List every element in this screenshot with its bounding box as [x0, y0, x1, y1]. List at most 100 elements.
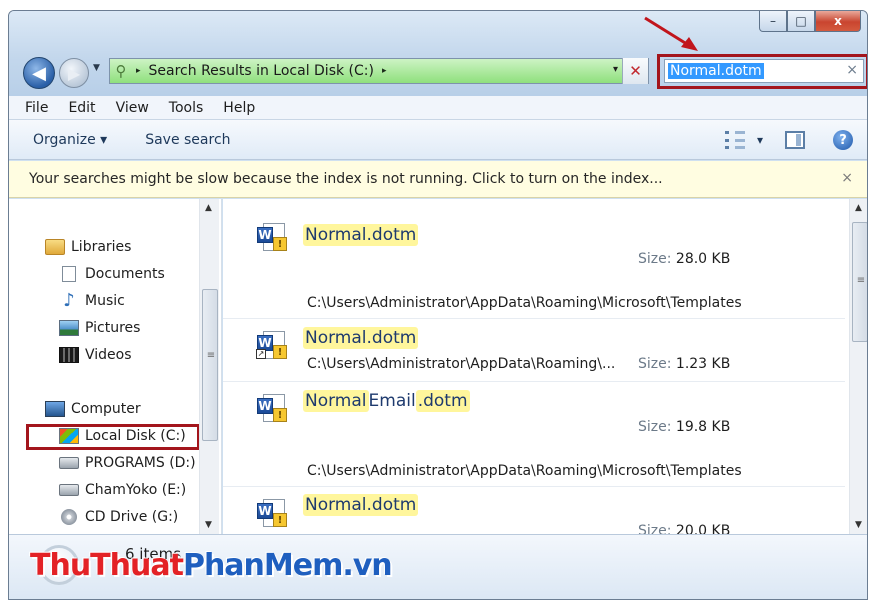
help-icon[interactable]: ?: [833, 130, 853, 150]
explorer-window: – □ x ◀ ▶ ▼ ⚲ ▸ Search Results in Local …: [8, 10, 868, 600]
nav-computer[interactable]: Computer: [45, 401, 141, 417]
close-button[interactable]: x: [815, 11, 861, 32]
grip-icon: ≡: [856, 275, 866, 286]
menu-view[interactable]: View: [116, 100, 149, 116]
back-button[interactable]: ◀: [23, 57, 55, 89]
nav-chamyoko-e[interactable]: ChamYoko (E:): [59, 482, 186, 498]
nav-libraries[interactable]: Libraries: [45, 239, 131, 255]
file-size: Size: 19.8 KB: [638, 419, 730, 435]
nav-label: Computer: [71, 401, 141, 417]
change-view-icon[interactable]: [724, 131, 745, 149]
size-label: Size:: [638, 523, 672, 534]
search-results-icon: ⚲: [115, 62, 127, 80]
nav-label: ChamYoko (E:): [85, 482, 187, 498]
list-item[interactable]: W! Normal.dotm Size: 28.0 KB C:\Users\Ad…: [223, 199, 845, 319]
word-template-shortcut-icon: W! ↗: [256, 329, 287, 361]
title-bar: – □ x ◀ ▶ ▼ ⚲ ▸ Search Results in Local …: [9, 11, 867, 96]
forward-button[interactable]: ▶: [59, 58, 89, 88]
nav-programs-d[interactable]: PROGRAMS (D:): [59, 455, 196, 471]
documents-icon: [62, 266, 76, 282]
file-location: C:\Users\Administrator\AppData\Roaming\.…: [307, 356, 616, 372]
cd-drive-icon: [61, 509, 77, 525]
highlight-match: Normal.dotm: [303, 224, 419, 246]
scrollbar-thumb[interactable]: ≡: [852, 222, 867, 342]
scroll-up-icon[interactable]: ▲: [205, 203, 212, 213]
menu-edit[interactable]: Edit: [68, 100, 95, 116]
scroll-down-icon[interactable]: ▼: [205, 520, 212, 530]
nav-pictures[interactable]: Pictures: [59, 320, 140, 336]
watermark-logo: ThuThuatPhanMem.vn: [30, 548, 393, 583]
file-location: C:\Users\Administrator\AppData\Roaming\M…: [307, 295, 742, 311]
file-name[interactable]: Normal.dotm: [303, 494, 419, 516]
drive-icon: [59, 457, 79, 469]
videos-icon: [59, 347, 79, 363]
index-info-bar[interactable]: Your searches might be slow because the …: [9, 161, 867, 198]
view-options-dropdown-icon[interactable]: ▾: [757, 133, 763, 147]
size-value: 28.0 KB: [675, 251, 731, 267]
minimize-button[interactable]: –: [759, 11, 787, 32]
word-template-icon: W!: [257, 497, 287, 529]
computer-icon: [45, 401, 65, 417]
nav-videos[interactable]: Videos: [59, 347, 132, 363]
organize-button[interactable]: Organize ▾: [33, 132, 107, 148]
nav-label: Music: [85, 293, 125, 309]
scroll-up-icon[interactable]: ▲: [855, 203, 862, 213]
file-size: Size: 28.0 KB: [638, 251, 730, 267]
results-pane: W! Normal.dotm Size: 28.0 KB C:\Users\Ad…: [223, 199, 867, 534]
file-name[interactable]: Normal.dotm: [303, 224, 419, 246]
size-value: 20.0 KB: [675, 523, 731, 534]
file-size: Size: 20.0 KB: [638, 523, 730, 534]
window-controls: – □ x: [759, 11, 861, 33]
list-item[interactable]: W! Normal Email .dotm Size: 19.8 KB C:\Use…: [223, 382, 845, 487]
breadcrumb-arrow-icon[interactable]: ▸: [382, 66, 387, 76]
watermark-part: PhanMem: [182, 548, 343, 583]
local-disk-highlight-box: [26, 424, 200, 450]
save-search-button[interactable]: Save search: [145, 132, 230, 148]
nav-label: Pictures: [85, 320, 141, 336]
drive-icon: [59, 484, 79, 496]
nav-music[interactable]: ♪ Music: [59, 290, 125, 311]
breadcrumb-arrow-icon[interactable]: ▸: [136, 66, 141, 76]
search-highlight-box: [657, 54, 867, 89]
menu-bar: File Edit View Tools Help: [9, 96, 867, 120]
size-label: Size:: [638, 419, 672, 435]
breadcrumb-search-results[interactable]: Search Results in Local Disk (C:): [149, 63, 374, 79]
watermark-part: .vn: [342, 548, 392, 583]
watermark-part: ThuThuat: [30, 548, 184, 583]
maximize-button[interactable]: □: [787, 11, 815, 32]
menu-tools[interactable]: Tools: [169, 100, 204, 116]
file-name[interactable]: Normal.dotm: [303, 327, 419, 349]
results-scrollbar[interactable]: ▲ ≡ ▼: [849, 199, 867, 534]
stop-search-button[interactable]: ✕: [622, 58, 648, 84]
menu-help[interactable]: Help: [223, 100, 255, 116]
nav-cd-drive-g[interactable]: CD Drive (G:): [59, 509, 178, 525]
size-value: 19.8 KB: [675, 419, 731, 435]
file-name[interactable]: Normal Email .dotm: [303, 390, 470, 412]
size-label: Size:: [638, 251, 672, 267]
highlight-match: Normal: [303, 390, 369, 412]
address-dropdown-icon[interactable]: ▾: [613, 64, 618, 75]
size-label: Size:: [638, 356, 672, 372]
file-size: Size: 1.23 KB: [638, 356, 730, 372]
music-icon: ♪: [63, 290, 75, 311]
list-item[interactable]: W! Normal.dotm Size: 20.0 KB: [223, 487, 845, 534]
grip-icon: ≡: [206, 350, 216, 361]
nav-label: PROGRAMS (D:): [85, 455, 196, 471]
list-item[interactable]: W! ↗ Normal.dotm C:\Users\Administrator\A…: [223, 319, 845, 382]
word-template-icon: W!: [257, 221, 287, 253]
highlight-match: Normal.dotm: [303, 494, 419, 516]
scroll-down-icon[interactable]: ▼: [855, 520, 862, 530]
info-bar-message[interactable]: Your searches might be slow because the …: [29, 171, 663, 187]
address-bar[interactable]: ⚲ ▸ Search Results in Local Disk (C:) ▸ …: [109, 58, 649, 84]
libraries-icon: [45, 239, 65, 255]
nav-documents[interactable]: Documents: [59, 266, 165, 282]
menu-file[interactable]: File: [25, 100, 48, 116]
highlight-match: .dotm: [415, 390, 470, 412]
preview-pane-icon[interactable]: [785, 131, 805, 149]
close-info-bar-icon[interactable]: ×: [841, 170, 853, 186]
scrollbar-thumb[interactable]: ≡: [202, 289, 218, 441]
file-location: C:\Users\Administrator\AppData\Roaming\M…: [307, 463, 742, 479]
highlight-match: Normal.dotm: [303, 327, 419, 349]
navigation-scrollbar[interactable]: ▲ ≡ ▼: [199, 199, 219, 534]
recent-pages-dropdown-icon[interactable]: ▼: [93, 63, 100, 73]
